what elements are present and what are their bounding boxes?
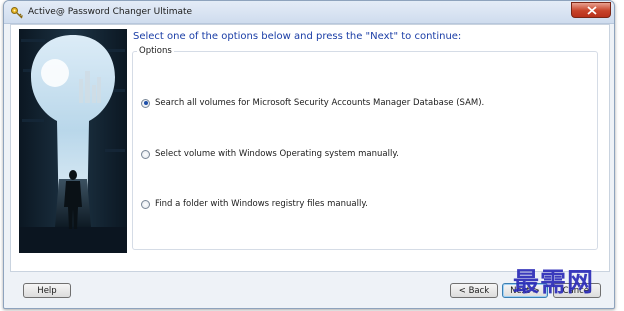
close-button[interactable] (571, 2, 611, 18)
back-button[interactable]: < Back (450, 283, 498, 298)
option-search-all-volumes[interactable]: Search all volumes for Microsoft Securit… (141, 96, 484, 110)
app-key-icon (10, 5, 24, 19)
option-select-volume-manually[interactable]: Select volume with Windows Operating sys… (141, 147, 399, 161)
help-button[interactable]: Help (23, 283, 71, 298)
option-find-registry-folder[interactable]: Find a folder with Windows registry file… (141, 197, 368, 211)
wizard-panel: Select one of the options below and pres… (10, 24, 610, 272)
option-label: Find a folder with Windows registry file… (155, 199, 368, 209)
window-title: Active@ Password Changer Ultimate (28, 7, 193, 17)
options-group-label: Options (137, 45, 174, 57)
radio-icon[interactable] (141, 98, 150, 108)
close-icon (587, 6, 597, 15)
radio-icon[interactable] (141, 199, 150, 209)
radio-icon[interactable] (141, 149, 150, 159)
watermark-text: 最需网 (513, 268, 595, 298)
instruction-heading: Select one of the options below and pres… (133, 31, 462, 42)
option-label: Search all volumes for Microsoft Securit… (155, 98, 485, 108)
title-bar[interactable]: Active@ Password Changer Ultimate (4, 1, 614, 24)
option-label: Select volume with Windows Operating sys… (155, 149, 399, 159)
keyhole-man-image (19, 29, 127, 253)
